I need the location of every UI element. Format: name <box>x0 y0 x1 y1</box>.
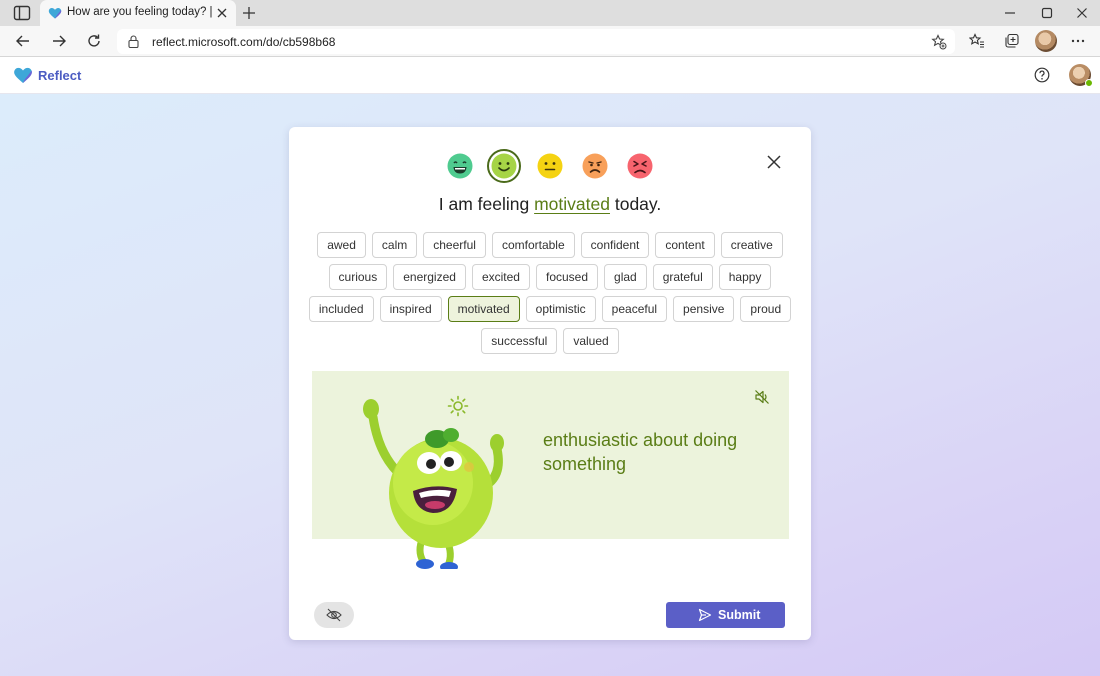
maximize-icon[interactable] <box>1041 7 1053 19</box>
feeling-chip-cheerful[interactable]: cheerful <box>423 232 486 258</box>
check-in-card: I am feeling motivated today. awed calm ch… <box>289 127 811 640</box>
feeling-chip-comfortable[interactable]: comfortable <box>491 232 575 258</box>
feeling-chip-proud[interactable]: proud <box>740 296 792 322</box>
address-bar-row: reflect.microsoft.com/do/cb598b68 <box>0 26 1100 57</box>
feeling-chip-successful[interactable]: successful <box>481 328 558 354</box>
tab-actions-icon[interactable] <box>13 5 31 21</box>
presence-status <box>1085 79 1093 87</box>
happy-face-icon[interactable] <box>490 152 518 180</box>
feeling-suffix: today. <box>614 194 662 214</box>
feeling-row: successful valued <box>309 328 791 354</box>
feeling-prefix: I am feeling <box>438 194 530 214</box>
app-name: Reflect <box>38 68 82 83</box>
new-tab-icon[interactable] <box>242 6 256 20</box>
reflect-logo-icon <box>14 67 32 83</box>
browser-tab[interactable]: How are you feeling today? | Microsoft T… <box>40 0 236 26</box>
feeling-chip-excited[interactable]: excited <box>471 264 530 290</box>
feeling-chip-included[interactable]: included <box>308 296 374 322</box>
feeling-sentence: I am feeling motivated today. <box>289 194 811 215</box>
forward-icon[interactable] <box>51 33 67 49</box>
feeling-chip-pensive[interactable]: pensive <box>673 296 735 322</box>
close-tab-icon[interactable] <box>216 7 228 19</box>
refresh-icon[interactable] <box>86 33 102 49</box>
more-options-icon[interactable] <box>1070 33 1086 49</box>
feeling-chip-peaceful[interactable]: peaceful <box>601 296 668 322</box>
feeling-chip-calm[interactable]: calm <box>371 232 418 258</box>
favorites-icon[interactable] <box>969 33 985 49</box>
feeling-chip-glad[interactable]: glad <box>604 264 647 290</box>
tab-title: How are you feeling today? | Microsoft T… <box>67 6 213 18</box>
back-icon[interactable] <box>15 33 31 49</box>
collections-icon[interactable] <box>1004 33 1020 49</box>
feeling-chip-confident[interactable]: confident <box>580 232 650 258</box>
feeling-chip-happy[interactable]: happy <box>718 264 772 290</box>
feeling-chip-content[interactable]: content <box>655 232 715 258</box>
help-icon[interactable] <box>1034 67 1050 83</box>
url-field[interactable]: reflect.microsoft.com/do/cb598b68 <box>117 29 955 54</box>
minimize-icon[interactable] <box>1004 7 1016 19</box>
feeling-chip-motivated[interactable]: motivated <box>447 296 520 322</box>
feeling-chip-optimistic[interactable]: optimistic <box>525 296 596 322</box>
lock-icon[interactable] <box>128 35 139 48</box>
monster-character-icon <box>363 399 504 569</box>
feeling-illustration-panel: enthusiastic about doing something <box>312 371 789 569</box>
url-text[interactable]: reflect.microsoft.com/do/cb598b68 <box>152 35 335 49</box>
send-icon <box>698 608 712 622</box>
very-happy-face-icon[interactable] <box>446 152 474 180</box>
feeling-options: awed calm cheerful comfortable confident cont… <box>308 232 792 360</box>
app-header: Reflect <box>0 57 1100 94</box>
favorite-star-icon[interactable] <box>931 34 947 50</box>
feeling-row: included inspired motivated optimistic peace… <box>308 296 792 322</box>
submit-button[interactable]: Submit <box>666 602 785 628</box>
feeling-chip-awed[interactable]: awed <box>317 232 366 258</box>
feeling-chip-valued[interactable]: valued <box>563 328 619 354</box>
eye-off-icon <box>326 608 342 622</box>
neutral-face-icon[interactable] <box>536 152 564 180</box>
feeling-chip-energized[interactable]: energized <box>393 264 466 290</box>
close-window-icon[interactable] <box>1076 7 1088 19</box>
close-icon[interactable] <box>767 155 781 169</box>
feeling-row: awed calm cheerful comfortable confident cont… <box>309 232 791 258</box>
browser-profile-avatar[interactable] <box>1035 30 1057 52</box>
feeling-description: enthusiastic about doing something <box>543 430 738 474</box>
selected-feeling-word: motivated <box>534 194 610 214</box>
feeling-row: curious energized excited focused glad gratef… <box>309 264 791 290</box>
feeling-chip-grateful[interactable]: grateful <box>652 264 713 290</box>
submit-label: Submit <box>718 608 761 622</box>
reflect-favicon-icon <box>48 8 62 19</box>
hide-feelings-button[interactable] <box>314 602 354 628</box>
very-sad-face-icon[interactable] <box>626 152 654 180</box>
feeling-chip-curious[interactable]: curious <box>328 264 388 290</box>
browser-tab-bar: How are you feeling today? | Microsoft T… <box>0 0 1100 26</box>
feeling-chip-inspired[interactable]: inspired <box>379 296 442 322</box>
sound-off-icon[interactable] <box>754 389 770 405</box>
feeling-chip-focused[interactable]: focused <box>535 264 599 290</box>
feeling-chip-creative[interactable]: creative <box>720 232 783 258</box>
sad-face-icon[interactable] <box>581 152 609 180</box>
